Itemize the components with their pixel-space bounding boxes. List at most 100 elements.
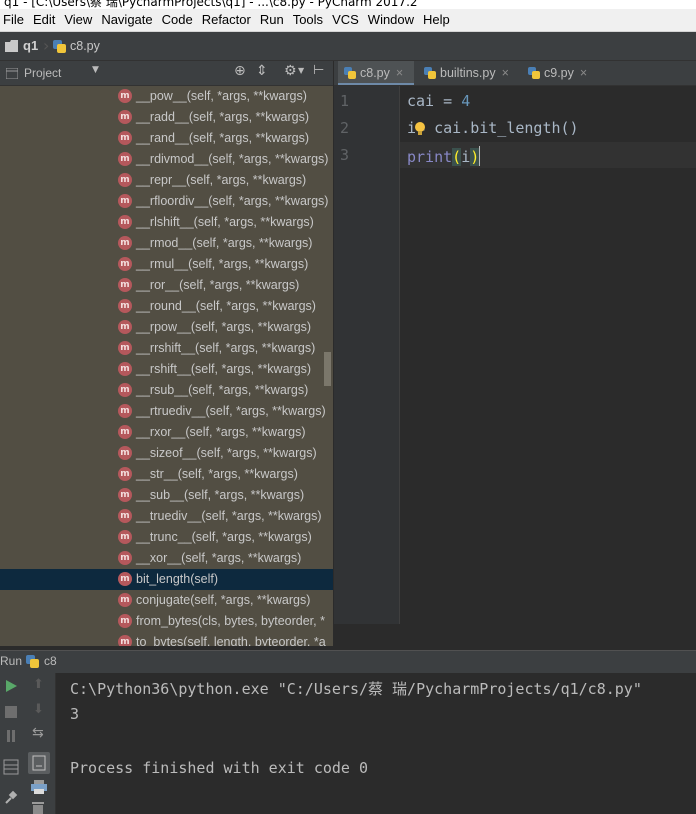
token-operator: = bbox=[434, 92, 462, 110]
locate-icon[interactable]: ⊕ bbox=[234, 63, 246, 79]
tab-c9[interactable]: c9.py × bbox=[524, 61, 598, 85]
tree-item-method[interactable]: m __rmul__(self, *args, **kwargs) bbox=[0, 254, 333, 275]
tree-item-method[interactable]: m __ror__(self, *args, **kwargs) bbox=[0, 275, 333, 296]
tab-label: builtins.py bbox=[440, 66, 496, 80]
tree-item-method[interactable]: m __trunc__(self, *args, **kwargs) bbox=[0, 527, 333, 548]
token-variable: i bbox=[461, 148, 471, 166]
tree-item-method[interactable]: m __sub__(self, *args, **kwargs) bbox=[0, 485, 333, 506]
editor-gutter: 1 2 3 bbox=[334, 86, 400, 624]
line-number: 3 bbox=[340, 146, 350, 164]
tree-item-label: conjugate(self, *args, **kwargs) bbox=[136, 593, 311, 607]
menu-edit[interactable]: Edit bbox=[30, 9, 61, 31]
close-icon[interactable]: × bbox=[502, 66, 509, 80]
method-icon: m bbox=[118, 236, 132, 250]
tree-item-method[interactable]: m __rshift__(self, *args, **kwargs) bbox=[0, 359, 333, 380]
tree-item-method[interactable]: m __truediv__(self, *args, **kwargs) bbox=[0, 506, 333, 527]
tree-item-method[interactable]: m to_bytes(self, length, byteorder, *a bbox=[0, 632, 333, 646]
arrow-down-icon[interactable]: ⬇ bbox=[33, 702, 44, 717]
method-icon: m bbox=[118, 572, 132, 586]
tree-item-method[interactable]: m from_bytes(cls, bytes, byteorder, * bbox=[0, 611, 333, 632]
tree-item-method[interactable]: m __str__(self, *args, **kwargs) bbox=[0, 464, 333, 485]
tree-item-method[interactable]: m __rpow__(self, *args, **kwargs) bbox=[0, 317, 333, 338]
tree-item-label: __str__(self, *args, **kwargs) bbox=[136, 467, 298, 481]
method-icon: m bbox=[118, 173, 132, 187]
tab-builtins[interactable]: builtins.py × bbox=[420, 61, 516, 85]
tree-item-method[interactable]: m __rrshift__(self, *args, **kwargs) bbox=[0, 338, 333, 359]
scroll-to-end-icon[interactable] bbox=[28, 752, 50, 774]
tree-item-method[interactable]: m conjugate(self, *args, **kwargs) bbox=[0, 590, 333, 611]
chevron-down-icon[interactable]: ▼ bbox=[92, 65, 99, 75]
run-icon[interactable] bbox=[4, 679, 18, 693]
tree-item-label: __xor__(self, *args, **kwargs) bbox=[136, 551, 302, 565]
token-builtin: print bbox=[407, 148, 453, 166]
menu-help[interactable]: Help bbox=[420, 9, 456, 31]
tree-item-method[interactable]: m __rlshift__(self, *args, **kwargs) bbox=[0, 212, 333, 233]
menu-navigate[interactable]: Navigate bbox=[98, 9, 158, 31]
tree-item-method[interactable]: m __rtruediv__(self, *args, **kwargs) bbox=[0, 401, 333, 422]
hide-panel-icon[interactable]: ⊢ bbox=[313, 63, 324, 78]
method-icon: m bbox=[118, 635, 132, 646]
menu-window[interactable]: Window bbox=[365, 9, 420, 31]
tree-item-method[interactable]: m __round__(self, *args, **kwargs) bbox=[0, 296, 333, 317]
code-line-3[interactable]: print(i) bbox=[407, 146, 481, 166]
tree-item-method[interactable]: m __xor__(self, *args, **kwargs) bbox=[0, 548, 333, 569]
tree-item-method[interactable]: m __rsub__(self, *args, **kwargs) bbox=[0, 380, 333, 401]
token-number: 4 bbox=[461, 92, 471, 110]
tree-item-method[interactable]: m __rdivmod__(self, *args, **kwargs) bbox=[0, 149, 333, 170]
code-line-2[interactable]: i = cai.bit_length() bbox=[407, 119, 579, 137]
tree-item-label: __truediv__(self, *args, **kwargs) bbox=[136, 509, 322, 523]
pin-icon[interactable] bbox=[3, 790, 19, 806]
menu-view[interactable]: View bbox=[61, 9, 98, 31]
tree-item-method[interactable]: m __sizeof__(self, *args, **kwargs) bbox=[0, 443, 333, 464]
tree-item-label: __rdivmod__(self, *args, **kwargs) bbox=[136, 152, 329, 166]
menu-run[interactable]: Run bbox=[257, 9, 290, 31]
tab-c8[interactable]: c8.py × bbox=[338, 61, 414, 85]
close-icon[interactable]: × bbox=[396, 66, 403, 80]
project-tree[interactable]: m __pow__(self, *args, **kwargs) m __radd__… bbox=[0, 86, 333, 646]
tree-scrollbar[interactable] bbox=[324, 352, 331, 386]
project-view-label[interactable]: Project bbox=[24, 66, 61, 80]
method-icon: m bbox=[118, 509, 132, 523]
breadcrumb-file[interactable]: c8.py bbox=[70, 39, 100, 53]
code-lines[interactable]: cai = 4 i = cai.bit_length() print(i) bbox=[400, 86, 696, 186]
print-icon[interactable] bbox=[31, 780, 47, 794]
breadcrumb-project[interactable]: q1 bbox=[23, 38, 38, 53]
console-line: C:\Python36\python.exe "C:/Users/蔡 瑞/Pyc… bbox=[70, 680, 642, 698]
menu-file[interactable]: File bbox=[0, 9, 30, 31]
tree-item-method[interactable]: m bit_length(self) bbox=[0, 569, 333, 590]
trash-icon[interactable] bbox=[31, 802, 45, 814]
close-icon[interactable]: × bbox=[580, 66, 587, 80]
layout-icon[interactable] bbox=[3, 759, 19, 775]
gear-icon[interactable]: ⚙ bbox=[284, 63, 297, 79]
arrow-up-icon[interactable]: ⬆ bbox=[33, 677, 44, 692]
menu-code[interactable]: Code bbox=[159, 9, 199, 31]
window-title-bar: q1 - [C:\Users\蔡 瑞\PycharmProjects\q1] -… bbox=[0, 0, 696, 9]
code-line-1[interactable]: cai = 4 bbox=[407, 92, 470, 110]
stop-icon[interactable] bbox=[4, 705, 18, 719]
gear-dropdown-icon[interactable]: ▼ bbox=[298, 66, 304, 75]
tree-item-label: __repr__(self, *args, **kwargs) bbox=[136, 173, 307, 187]
tree-item-label: __rrshift__(self, *args, **kwargs) bbox=[136, 341, 316, 355]
breadcrumb-separator: › bbox=[43, 36, 50, 55]
menu-tools[interactable]: Tools bbox=[290, 9, 329, 31]
tree-item-method[interactable]: m __pow__(self, *args, **kwargs) bbox=[0, 86, 333, 107]
tree-item-method[interactable]: m __radd__(self, *args, **kwargs) bbox=[0, 107, 333, 128]
tree-item-method[interactable]: m __repr__(self, *args, **kwargs) bbox=[0, 170, 333, 191]
soft-wrap-icon[interactable]: ⇆ bbox=[32, 725, 44, 741]
tree-item-method[interactable]: m __rmod__(self, *args, **kwargs) bbox=[0, 233, 333, 254]
pause-icon[interactable] bbox=[4, 729, 18, 743]
method-icon: m bbox=[118, 110, 132, 124]
python-file-icon bbox=[424, 67, 436, 79]
line-number: 1 bbox=[340, 92, 350, 110]
run-config-name[interactable]: c8 bbox=[44, 654, 57, 668]
console-line: Process finished with exit code 0 bbox=[70, 759, 369, 777]
run-console[interactable]: C:\Python36\python.exe "C:/Users/蔡 瑞/Pyc… bbox=[56, 673, 696, 814]
collapse-all-icon[interactable]: ⇕ bbox=[256, 63, 268, 79]
tree-item-method[interactable]: m __rxor__(self, *args, **kwargs) bbox=[0, 422, 333, 443]
menu-refactor[interactable]: Refactor bbox=[199, 9, 257, 31]
token-expression: = cai.bit_length() bbox=[416, 119, 579, 137]
tree-item-label: __rmul__(self, *args, **kwargs) bbox=[136, 257, 309, 271]
tree-item-method[interactable]: m __rand__(self, *args, **kwargs) bbox=[0, 128, 333, 149]
menu-vcs[interactable]: VCS bbox=[329, 9, 365, 31]
tree-item-method[interactable]: m __rfloordiv__(self, *args, **kwargs) bbox=[0, 191, 333, 212]
